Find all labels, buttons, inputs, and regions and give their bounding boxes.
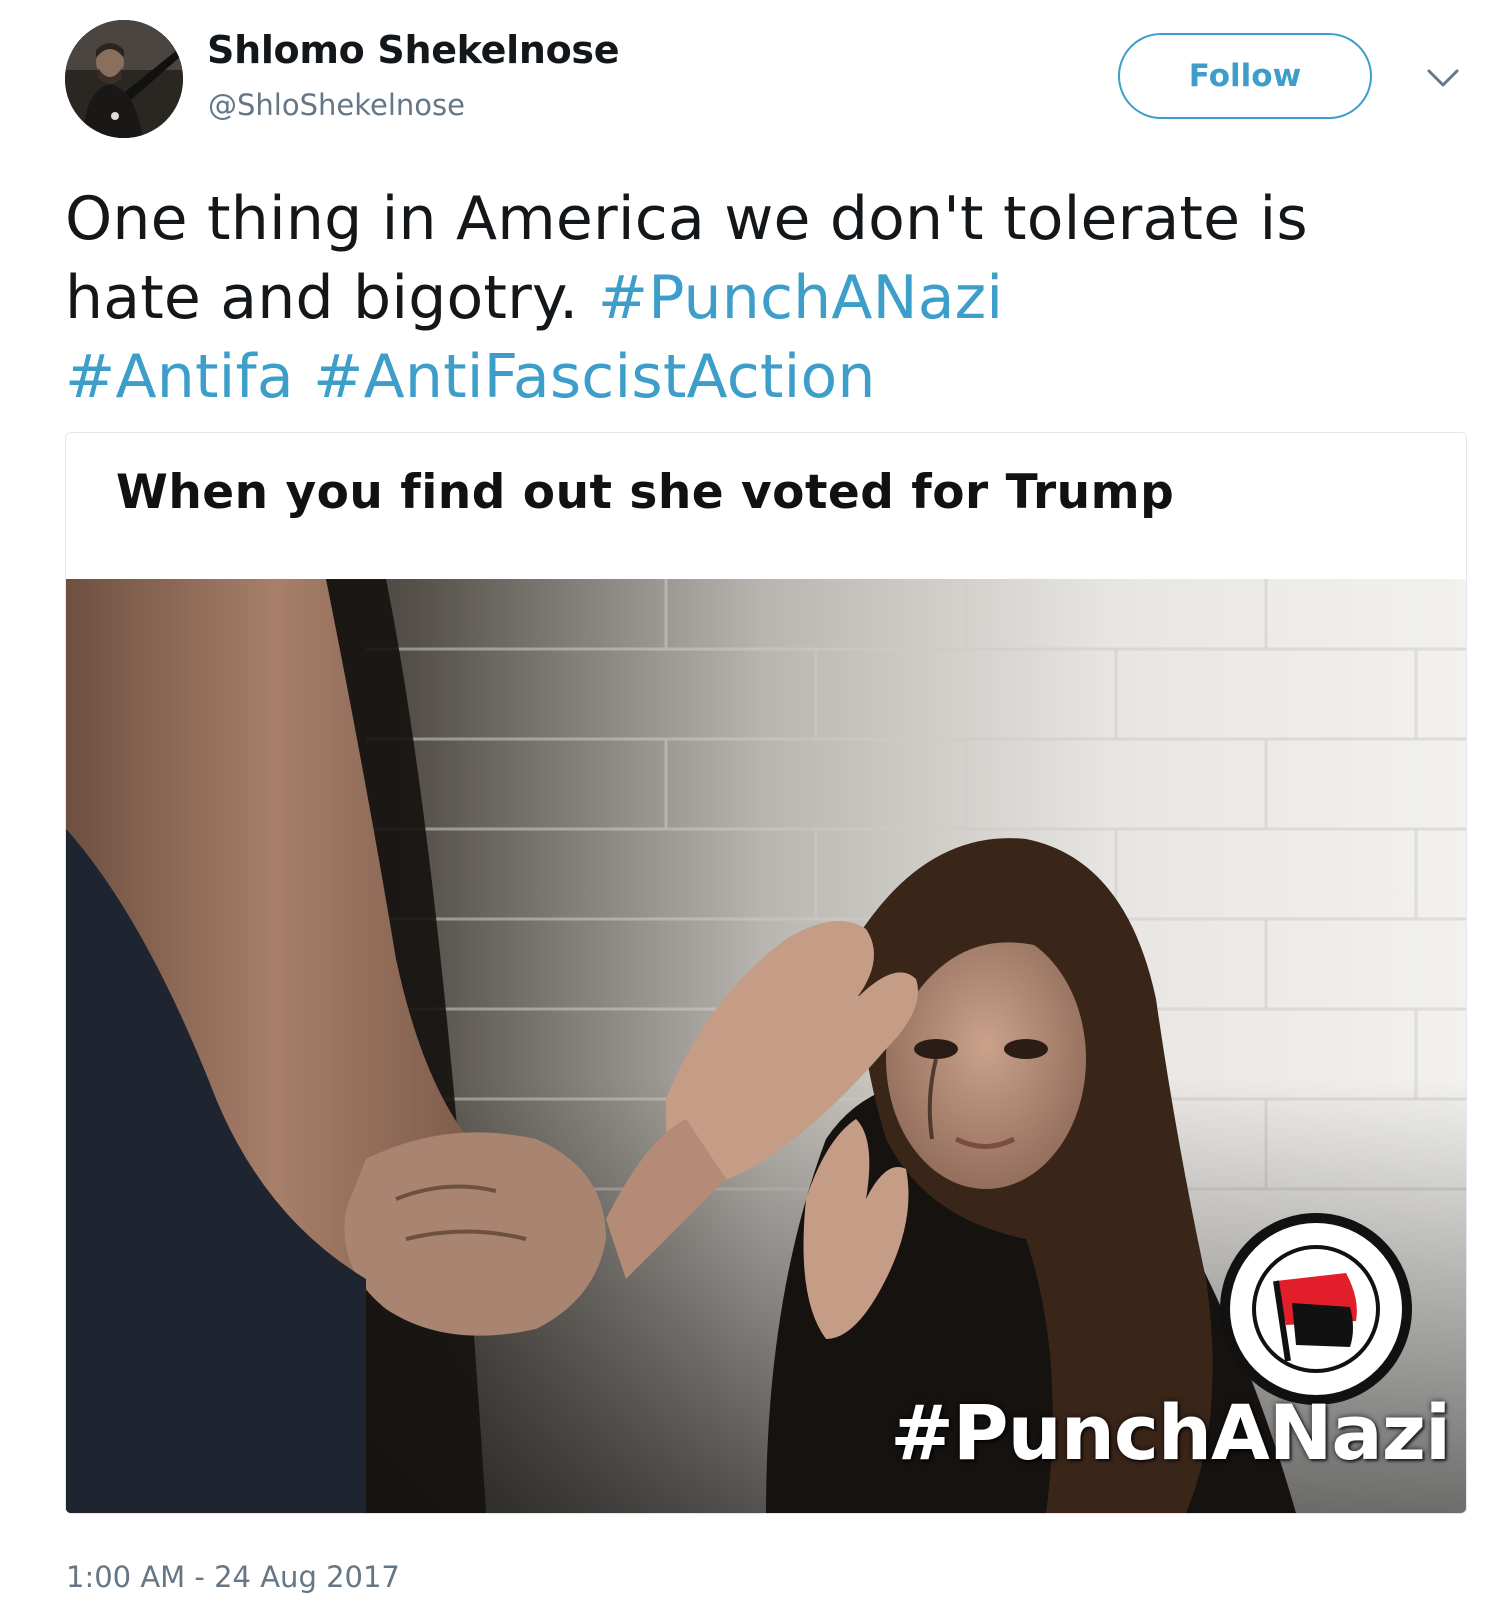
tweet-text-line-2: hate and bigotry. #PunchANazi	[65, 259, 1455, 338]
author-handle[interactable]: @ShloShekelnose	[208, 88, 465, 122]
meme-caption: When you find out she voted for Trump	[116, 465, 1175, 520]
tweet-text-line-3: #Antifa #AntiFascistAction	[65, 338, 1455, 417]
avatar-image	[65, 20, 183, 138]
meme-photo-illustration	[66, 579, 1466, 1513]
follow-button[interactable]: Follow	[1118, 33, 1372, 119]
photo-hashtag-overlay: #PunchANazi	[890, 1388, 1451, 1477]
hashtag-link[interactable]: #AntiFascistAction	[313, 342, 876, 412]
tweet-timestamp[interactable]: 1:00 AM - 24 Aug 2017	[66, 1560, 400, 1594]
avatar[interactable]	[65, 20, 183, 138]
meme-photo: #PunchANazi	[66, 579, 1466, 1513]
hashtag-link[interactable]: #PunchANazi	[598, 263, 1004, 333]
author-display-name[interactable]: Shlomo Shekelnose	[207, 28, 619, 72]
chevron-down-icon[interactable]	[1423, 64, 1463, 92]
tweet: Shlomo Shekelnose @ShloShekelnose Follow…	[0, 0, 1500, 1607]
hashtag-link[interactable]: #Antifa	[65, 342, 294, 412]
tweet-text-body: hate and bigotry.	[65, 263, 579, 333]
antifa-logo	[1220, 1213, 1412, 1405]
tweet-media[interactable]: When you find out she voted for Trump #P…	[65, 432, 1467, 1514]
tweet-text: One thing in America we don't tolerate i…	[65, 180, 1455, 417]
tweet-text-line-1: One thing in America we don't tolerate i…	[65, 184, 1308, 254]
meme-caption-box: When you find out she voted for Trump	[66, 433, 1466, 579]
